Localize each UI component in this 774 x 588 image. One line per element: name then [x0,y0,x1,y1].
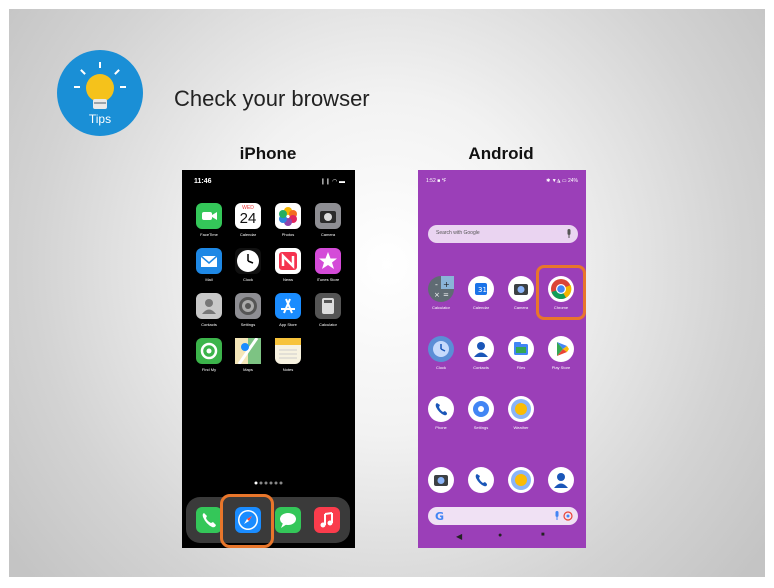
search-placeholder: Search with Google [436,230,480,236]
photos-icon[interactable] [275,203,301,229]
app-label: Play Store [551,365,571,370]
google-g-icon: G [435,510,444,522]
back-button[interactable]: ◀ [456,532,462,541]
calendar-date: 24 [239,210,257,227]
camera-icon[interactable] [508,276,534,302]
camera-icon[interactable] [315,203,341,229]
phone-icon[interactable] [428,396,454,422]
app-label: Contacts [201,322,217,327]
settings-icon[interactable] [235,293,261,319]
app-label: Settings [473,425,489,430]
weather-icon[interactable] [508,467,534,493]
android-time: 1:52 ■ ℉ [426,178,447,184]
mail-icon[interactable] [196,248,222,274]
files-icon[interactable] [508,336,534,362]
calendar-icon[interactable]: WED 24 [235,203,261,229]
app-label: Mail [205,277,213,282]
app-store-icon[interactable] [275,293,301,319]
page-indicator[interactable] [254,481,286,485]
app-label: FaceTime [200,232,218,237]
app-label: Files [516,365,526,370]
app-label: Find My [201,367,217,372]
tips-badge: Tips [57,50,143,136]
svg-text:×: × [434,291,440,299]
app-label: Settings [240,322,256,327]
iphone-time: 11:46 [194,178,212,185]
svg-text:G: G [435,510,444,522]
messages-icon[interactable] [275,507,301,533]
ray [120,86,126,88]
iphone-label: iPhone [239,144,297,163]
svg-text:=: = [443,291,449,299]
lens-icon[interactable] [563,511,573,521]
chrome-highlight [536,265,586,320]
calculator-icon[interactable]: - + × = [428,276,454,302]
mic-icon[interactable] [566,229,572,239]
google-search-bar-bottom[interactable]: G [428,507,578,525]
app-label: Calendar [472,305,490,310]
calculator-icon[interactable] [315,293,341,319]
settings-icon[interactable] [468,396,494,422]
google-search-bar[interactable]: Search with Google [428,225,578,243]
recents-button[interactable]: ■ [541,532,545,538]
camera-icon[interactable] [428,467,454,493]
app-label: App Store [279,322,297,327]
contacts-icon[interactable] [548,467,574,493]
notes-icon[interactable] [275,338,301,364]
app-label: Calculator [431,305,450,310]
facetime-icon[interactable] [196,203,222,229]
svg-text:+: + [443,280,450,289]
weather-icon[interactable] [508,396,534,422]
lightbulb-icon [86,74,114,102]
maps-icon[interactable] [235,337,261,365]
music-icon[interactable] [314,507,340,533]
ray [99,62,101,68]
app-label: Calculator [318,322,337,327]
safari-highlight [220,494,274,548]
play-store-icon[interactable] [548,336,574,362]
app-label: Clock [435,365,446,370]
android-status-icons: ✱ ▼◮ ▭ 24% [546,178,578,184]
phone-icon[interactable] [196,507,222,533]
app-label: Maps [243,367,253,372]
clock-icon[interactable] [235,248,261,274]
iphone-screen: 11:46 ❙❙ ◠ ▬ WED 24 FaceTime Calendar Ph… [182,170,355,548]
phone-icon[interactable] [468,467,494,493]
lightbulb-base [93,99,107,109]
ray [80,69,86,75]
contacts-icon[interactable] [468,336,494,362]
news-icon[interactable] [275,248,301,274]
ray [74,86,80,88]
app-label: Photos [281,232,295,237]
iphone-status-icons: ❙❙ ◠ ▬ [320,179,345,185]
app-label: News [282,277,293,282]
clock-icon[interactable] [428,336,454,362]
app-label: Clock [242,277,253,282]
contacts-icon[interactable] [196,293,222,319]
android-screen: 1:52 ■ ℉ ✱ ▼◮ ▭ 24% Search with Google -… [418,170,586,548]
app-label: iTunes Store [316,277,340,282]
slide-title: Check your browser [174,86,370,111]
itunes-store-icon[interactable] [315,248,341,274]
svg-text:-: - [435,280,438,289]
app-label: Calendar [239,232,257,237]
calendar-icon[interactable]: 31 [468,276,494,302]
app-label: Contacts [473,365,489,370]
home-button[interactable]: ● [498,532,502,539]
find-my-icon[interactable] [196,338,222,364]
app-label: Weather [513,425,529,430]
app-label: Camera [320,232,336,237]
ray [114,69,120,75]
tips-label: Tips [88,112,112,126]
app-label: Phone [435,425,447,430]
android-label: Android [468,144,534,163]
app-label: Notes [282,367,294,372]
svg-text:31: 31 [478,286,487,294]
app-label: Camera [513,305,529,310]
mic-icon[interactable] [554,511,560,521]
